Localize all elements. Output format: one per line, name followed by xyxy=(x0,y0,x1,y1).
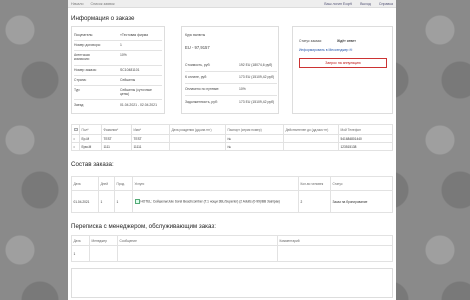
cell-service: HOTEL: Сейшелы/Jule Sorel Beachcomber (Т… xyxy=(132,190,299,213)
cell-status: Заказ на бронирование xyxy=(330,190,393,213)
cell-valid-until xyxy=(283,142,339,151)
cell-comment xyxy=(277,245,393,262)
table-row[interactable]: • Ер-М TEST TEST № 541684801440 xyxy=(71,134,393,143)
new-message-area[interactable] xyxy=(71,268,393,298)
nav-help-link[interactable]: Справка xyxy=(379,2,393,6)
th-birthdate: Дата рождения (дд.мм.гггг) xyxy=(169,124,226,135)
cell-prod: 1 xyxy=(114,190,133,213)
cell-msg-date: 1 xyxy=(71,245,90,262)
hotel-icon xyxy=(134,199,140,204)
messages-title: Переписка с менеджером, обслуживающим за… xyxy=(71,223,216,230)
country-row: Страна: Сейшелы xyxy=(74,78,136,82)
th-date: Дата xyxy=(71,176,99,191)
checkin-row: Заезд: 01.04.2021 - 02.04.2021 xyxy=(74,103,157,107)
cell-birthdate xyxy=(169,142,226,151)
annul-request-button[interactable]: Запрос на аннуляцию xyxy=(299,58,387,68)
top-nav-bar: Начало Список заявок Ваш логин Ecqrtl Вы… xyxy=(68,0,396,8)
cell-name: 11111 xyxy=(131,142,170,151)
payment-box: Курс валюты EU - 97,9157 Стоимость, руб:… xyxy=(181,26,279,114)
th-message: Сообщение xyxy=(117,235,278,246)
table-row[interactable]: • Ерм-М 1111 11111 № 123515138 xyxy=(71,142,393,151)
currency-rate: EU - 97,9157 xyxy=(185,45,210,50)
order-table: Дата Дней Прод. Услуги Кол-во человек Ст… xyxy=(71,176,393,213)
order-details-box: Покупатель: «Тестовая фирма Номер договор… xyxy=(71,26,165,114)
status-label: Статус заказа: xyxy=(299,39,322,43)
cell-valid-until xyxy=(283,134,339,143)
messenger-link[interactable]: Информировать в Мессенджер xyxy=(299,48,348,52)
currency-header: Курс валюты xyxy=(185,33,206,37)
order-info-title: Информация о заказе xyxy=(71,15,135,22)
nav-home-link[interactable]: Начало xyxy=(71,2,84,6)
cell-surname: TEST xyxy=(101,134,132,143)
cell-phone: 123515138 xyxy=(338,142,393,151)
cell-gender: Ер-М xyxy=(79,134,102,143)
cell-phone: 541684801440 xyxy=(338,134,393,143)
cell-surname: 1111 xyxy=(101,142,132,151)
nav-orders-link[interactable]: Список заявок xyxy=(91,2,115,6)
messenger-link-row: Информировать в Мессенджер ✉ xyxy=(299,48,352,52)
document-icon xyxy=(73,128,78,132)
messenger-icon[interactable]: ✉ xyxy=(349,48,352,52)
debt-row: Задолженность, руб: 173 EU (15109,42 руб) xyxy=(185,100,275,104)
th-prod: Прод. xyxy=(114,176,133,191)
th-valid-until: Действителен до (дд.мм.гггг) xyxy=(283,124,339,135)
tour-row: Тур: Сейшелы (суточные цены) xyxy=(74,88,152,97)
page-container: Начало Список заявок Ваш логин Ecqrtl Вы… xyxy=(68,0,396,300)
th-status: Статус xyxy=(330,176,393,191)
th-comment: Комментарий xyxy=(277,235,393,246)
th-surname: Фамилия* xyxy=(101,124,132,135)
cell-people: 2 xyxy=(298,190,331,213)
buyer-row: Покупатель: «Тестовая фирма xyxy=(74,33,148,37)
cell-name: TEST xyxy=(131,134,170,143)
cell-passport: № xyxy=(225,142,284,151)
commission-row: Агентская комиссия: 10% xyxy=(74,53,127,62)
contract-row: Номер договора: 1 xyxy=(74,43,122,47)
cell-date: 01.04.2021 xyxy=(71,190,99,213)
cell-passport: № xyxy=(225,134,284,143)
table-row[interactable]: 1 xyxy=(71,245,393,262)
th-msg-date: Дата xyxy=(71,235,90,246)
th-gender: Пол* xyxy=(79,124,102,135)
nav-login-info[interactable]: Ваш логин Ecqrtl xyxy=(324,2,352,6)
cell-manager xyxy=(89,245,118,262)
cost-row: Стоимость, руб: 192 EU (18074,6 руб) xyxy=(185,63,273,67)
th-name: Имя* xyxy=(131,124,170,135)
cell-message xyxy=(117,245,278,262)
row-marker: • xyxy=(71,142,80,151)
order-number-row: Номер заказа: SC10481101 xyxy=(74,68,140,72)
status-box: Статус заказа: Ждёт ответ Информировать … xyxy=(292,26,393,114)
cell-birthdate xyxy=(169,134,226,143)
th-days: Дней xyxy=(98,176,115,191)
th-services: Услуги xyxy=(132,176,299,191)
nav-logout-link[interactable]: Выход xyxy=(360,2,371,6)
cell-gender: Ерм-М xyxy=(79,142,102,151)
to-pay-row: К оплате, руб: 173 EU (15109,42 руб) xyxy=(185,75,275,79)
cell-days: 1 xyxy=(98,190,115,213)
paid-row: Оплачено по путевке: 10% xyxy=(185,87,246,91)
order-composition-title: Состав заказа: xyxy=(71,161,114,168)
th-phone: Мой Телефон xyxy=(338,124,393,135)
tourists-table: Пол* Фамилия* Имя* Дата рождения (дд.мм.… xyxy=(71,124,393,151)
messages-table: Дата Менеджер Сообщение Комментарий 1 xyxy=(71,235,393,262)
table-row[interactable]: 01.04.2021 1 1 HOTEL: Сейшелы/Jule Sorel… xyxy=(71,190,393,213)
status-value: Ждёт ответ xyxy=(337,39,356,43)
row-marker: • xyxy=(71,134,80,143)
th-manager: Менеджер xyxy=(89,235,118,246)
th-passport: Паспорт (серия номер) xyxy=(225,124,284,135)
tourists-header-icon xyxy=(71,124,80,135)
th-people: Кол-во человек xyxy=(298,176,331,191)
